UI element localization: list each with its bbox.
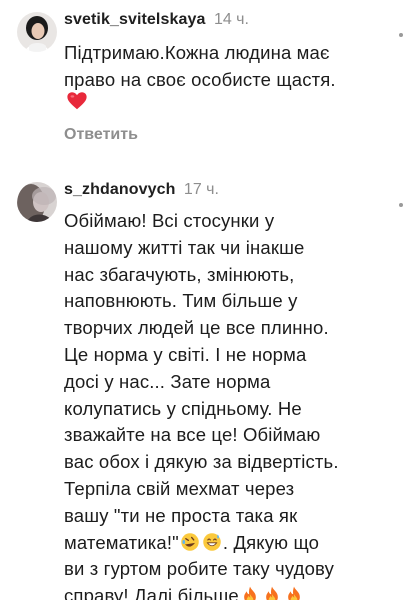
username[interactable]: s_zhdanovych [64,181,175,198]
fire-icon [265,586,278,600]
avatar[interactable] [17,12,57,52]
rofl-icon [181,532,199,551]
comment-line: творчих людей це все плинно. [64,317,329,339]
comment-header: s_zhdanovych 17 ч. [64,180,219,200]
comment-line: справу! Далі більше [64,583,396,600]
username[interactable]: svetik_svitelskaya [64,11,205,28]
reply-button[interactable]: Ответить [64,126,138,144]
fire-icon [287,586,300,600]
comment-item: s_zhdanovych 17 ч. Обіймаю! Всі стосунки… [0,170,409,600]
comment-line: Обіймаю! Всі стосунки у [64,210,275,231]
fire-icon [243,586,256,600]
comment-line: нашому житті так чи інакше [64,236,305,258]
avatar-photo [17,12,57,52]
comment-line: Терпіла свій мехмат через [64,477,295,499]
more-options-icon[interactable] [399,203,403,207]
comment-line: колупатись у спідньому. Не [64,397,302,419]
comment-text: Обіймаю! Всі стосунки у нашому житті так… [64,208,396,600]
comment-line: вас обох і дякую за відвертість. [64,451,339,473]
comment-line: вашу "ти не проста така як [64,504,298,526]
comment-item: svetik_svitelskaya 14 ч. Підтримаю.Кожна… [0,0,409,160]
avatar[interactable] [17,182,57,222]
comment-line: наповнюють. Тим більше у [64,290,298,312]
more-options-icon[interactable] [399,33,403,37]
comment-line-text: . Дякую що [222,531,320,553]
comment-header: svetik_svitelskaya 14 ч. [64,10,249,30]
comment-timestamp: 14 ч. [213,11,249,28]
grinning-sweat-icon [203,532,221,551]
comment-text: Підтримаю.Кожна людина має право на своє… [64,40,396,94]
avatar-photo [17,182,57,222]
comment-line: ви з гуртом робите таку чудову [64,558,334,580]
comment-line: математика!" . Дякую що [64,530,396,557]
comment-line: право на своє особисте щастя. [64,68,336,90]
comment-line-text: математика!" [64,531,179,553]
comment-line: зважайте на все це! Обіймаю [64,424,321,446]
comment-timestamp: 17 ч. [183,181,219,198]
comment-line: Підтримаю.Кожна людина має [64,42,330,63]
comment-line: нас збагачують, змінюють, [64,263,295,285]
comment-line-text: справу! Далі більше [64,585,239,600]
comment-line: Це норма у світі. І не норма [64,343,307,365]
comment-line: досі у нас... Зате норма [64,370,271,392]
red-heart-icon [67,92,87,110]
